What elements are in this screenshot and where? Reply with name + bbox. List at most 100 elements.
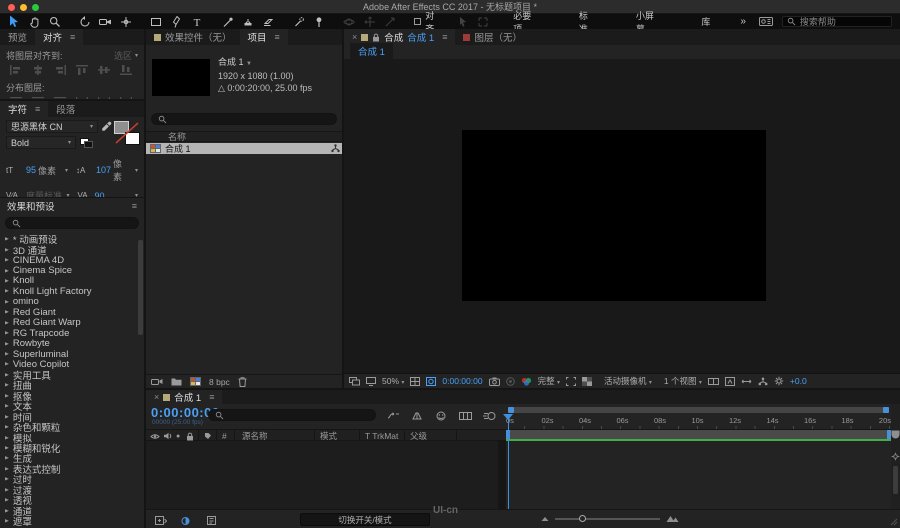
collapsed-arrow-icon[interactable]: ▶ — [5, 445, 9, 450]
effects-category[interactable]: ▶Cinema Spice — [0, 265, 137, 275]
layer-list-area[interactable] — [146, 441, 498, 509]
font-size-field[interactable]: 95 像素 — [26, 164, 61, 177]
effects-category[interactable]: ▶CINEMA 4D — [0, 255, 137, 265]
project-columns-header[interactable]: 名称 — [146, 131, 342, 142]
help-search-field[interactable]: 搜索帮助 — [782, 16, 892, 27]
tab-character[interactable]: 字符 ≡ — [0, 101, 48, 117]
distribute-right-button[interactable] — [116, 96, 136, 99]
rotation-tool[interactable] — [75, 14, 95, 29]
align-center-v-button[interactable] — [94, 64, 114, 75]
timeline-search-field[interactable] — [208, 409, 376, 421]
pixel-aspect-correction-icon[interactable] — [741, 377, 752, 386]
collapsed-arrow-icon[interactable]: ▶ — [5, 383, 9, 388]
region-of-interest-icon[interactable] — [566, 377, 576, 386]
mask-visibility-icon[interactable] — [426, 377, 436, 386]
pen-tool[interactable] — [167, 14, 187, 29]
fast-previews-gear-icon[interactable] — [774, 376, 784, 386]
tab-project[interactable]: 项目 ≡ — [240, 29, 288, 45]
transparency-grid-icon[interactable] — [582, 377, 592, 386]
playhead-line[interactable] — [508, 414, 509, 509]
effects-search-field[interactable] — [5, 217, 139, 229]
collapsed-arrow-icon[interactable]: ▶ — [5, 508, 9, 513]
effects-category[interactable]: ▶omino — [0, 297, 137, 307]
tab-timeline-comp[interactable]: × 合成 1 ≡ — [146, 390, 222, 404]
effects-category[interactable]: ▶Knoll — [0, 276, 137, 286]
collapsed-arrow-icon[interactable]: ▶ — [5, 435, 9, 440]
panel-menu-icon[interactable]: ≡ — [442, 32, 447, 42]
collapsed-arrow-icon[interactable]: ▶ — [5, 424, 9, 429]
collapsed-arrow-icon[interactable]: ▶ — [5, 237, 9, 242]
chevron-down-icon[interactable]: ▾ — [66, 192, 69, 197]
effects-category[interactable]: ▶Red Giant Warp — [0, 318, 137, 328]
project-search-field[interactable] — [151, 113, 337, 125]
tracking-field[interactable]: 90 — [95, 191, 131, 198]
align-to-dropdown[interactable]: 选区 ▾ — [114, 49, 138, 62]
collapsed-arrow-icon[interactable]: ▶ — [5, 477, 9, 482]
distribute-center-h-button[interactable] — [94, 96, 114, 99]
collapsed-arrow-icon[interactable]: ▶ — [5, 310, 9, 315]
tab-layer[interactable]: 图层（无） — [455, 29, 530, 45]
workspace-settings-icon[interactable] — [756, 14, 776, 29]
effects-category[interactable]: ▶Rowbyte — [0, 338, 137, 348]
view-layout-dropdown[interactable]: 1 个视图 ▾ — [664, 375, 702, 387]
workspace-overflow-chevrons[interactable]: » — [730, 16, 756, 27]
panel-menu-icon[interactable]: ≡ — [275, 32, 280, 42]
pan-behind-tool[interactable] — [116, 14, 136, 29]
comp-mini-flowchart-icon[interactable] — [386, 408, 400, 423]
show-snapshot-icon[interactable] — [506, 377, 515, 386]
snap-checkbox[interactable] — [414, 18, 421, 25]
timeline-navigator-bar[interactable] — [508, 407, 889, 413]
chevron-down-icon[interactable]: ▾ — [65, 167, 68, 174]
zoom-tool[interactable] — [45, 14, 65, 29]
toggle-switches-modes-button[interactable]: 切换开关/模式 — [300, 513, 430, 526]
draft-3d-icon[interactable] — [410, 408, 424, 423]
hand-tool[interactable] — [24, 14, 44, 29]
default-fill-stroke-icon[interactable] — [80, 138, 93, 148]
collapsed-arrow-icon[interactable]: ▶ — [5, 330, 9, 335]
frame-blending-icon[interactable] — [458, 408, 472, 423]
share-view-options-icon[interactable] — [708, 377, 719, 386]
puppet-pin-tool[interactable] — [309, 14, 329, 29]
timeline-zoom-slider[interactable] — [541, 514, 679, 523]
viewer-viewport[interactable] — [344, 59, 900, 373]
clone-stamp-tool[interactable] — [238, 14, 258, 29]
collapsed-arrow-icon[interactable]: ▶ — [5, 268, 9, 273]
collapsed-arrow-icon[interactable]: ▶ — [5, 393, 9, 398]
exposure-value[interactable]: +0.0 — [790, 376, 807, 386]
magnification-monitor-icon[interactable] — [366, 377, 376, 386]
panel-menu-icon[interactable]: ≡ — [132, 201, 137, 211]
panel-menu-icon[interactable]: ≡ — [35, 104, 40, 114]
collapsed-arrow-icon[interactable]: ▶ — [5, 289, 9, 294]
eraser-tool[interactable] — [258, 14, 278, 29]
panel-menu-icon[interactable]: ≡ — [70, 32, 75, 42]
distribute-center-v-button[interactable] — [28, 96, 48, 99]
effects-category[interactable]: ▶Red Giant — [0, 307, 137, 317]
close-icon[interactable]: × — [352, 32, 357, 42]
effects-category[interactable]: ▶遮罩 — [0, 516, 137, 526]
zoom-slider-handle[interactable] — [579, 515, 586, 522]
chevron-down-icon[interactable]: ▾ — [135, 167, 138, 174]
collapsed-arrow-icon[interactable]: ▶ — [5, 497, 9, 502]
collapsed-arrow-icon[interactable]: ▶ — [5, 487, 9, 492]
layer-track-area[interactable] — [506, 441, 891, 509]
motion-blur-icon[interactable] — [482, 408, 496, 423]
navigator-start-handle[interactable] — [508, 407, 514, 413]
workspace-libraries[interactable]: 库 — [681, 15, 730, 28]
effects-scrollbar[interactable] — [138, 240, 143, 335]
zoom-level-dropdown[interactable]: 50% ▾ — [382, 376, 404, 386]
align-left-button[interactable] — [6, 64, 26, 75]
align-top-button[interactable] — [72, 64, 92, 75]
collapsed-arrow-icon[interactable]: ▶ — [5, 257, 9, 262]
composition-frame[interactable] — [462, 130, 766, 301]
collapsed-arrow-icon[interactable]: ▶ — [5, 456, 9, 461]
resolution-dropdown[interactable]: 完整 ▾ — [538, 375, 560, 387]
rectangle-tool[interactable] — [146, 14, 166, 29]
project-bit-depth[interactable]: 8 bpc — [209, 377, 230, 387]
expand-inout-panes-icon[interactable] — [202, 513, 223, 528]
chevron-down-icon[interactable]: ▾ — [135, 192, 138, 197]
work-area-bar[interactable] — [506, 430, 891, 439]
camera-tool[interactable] — [96, 14, 116, 29]
expand-transfer-controls-icon[interactable] — [176, 513, 197, 528]
align-right-button[interactable] — [50, 64, 70, 75]
font-style-dropdown[interactable]: Bold ▾ — [6, 136, 76, 149]
